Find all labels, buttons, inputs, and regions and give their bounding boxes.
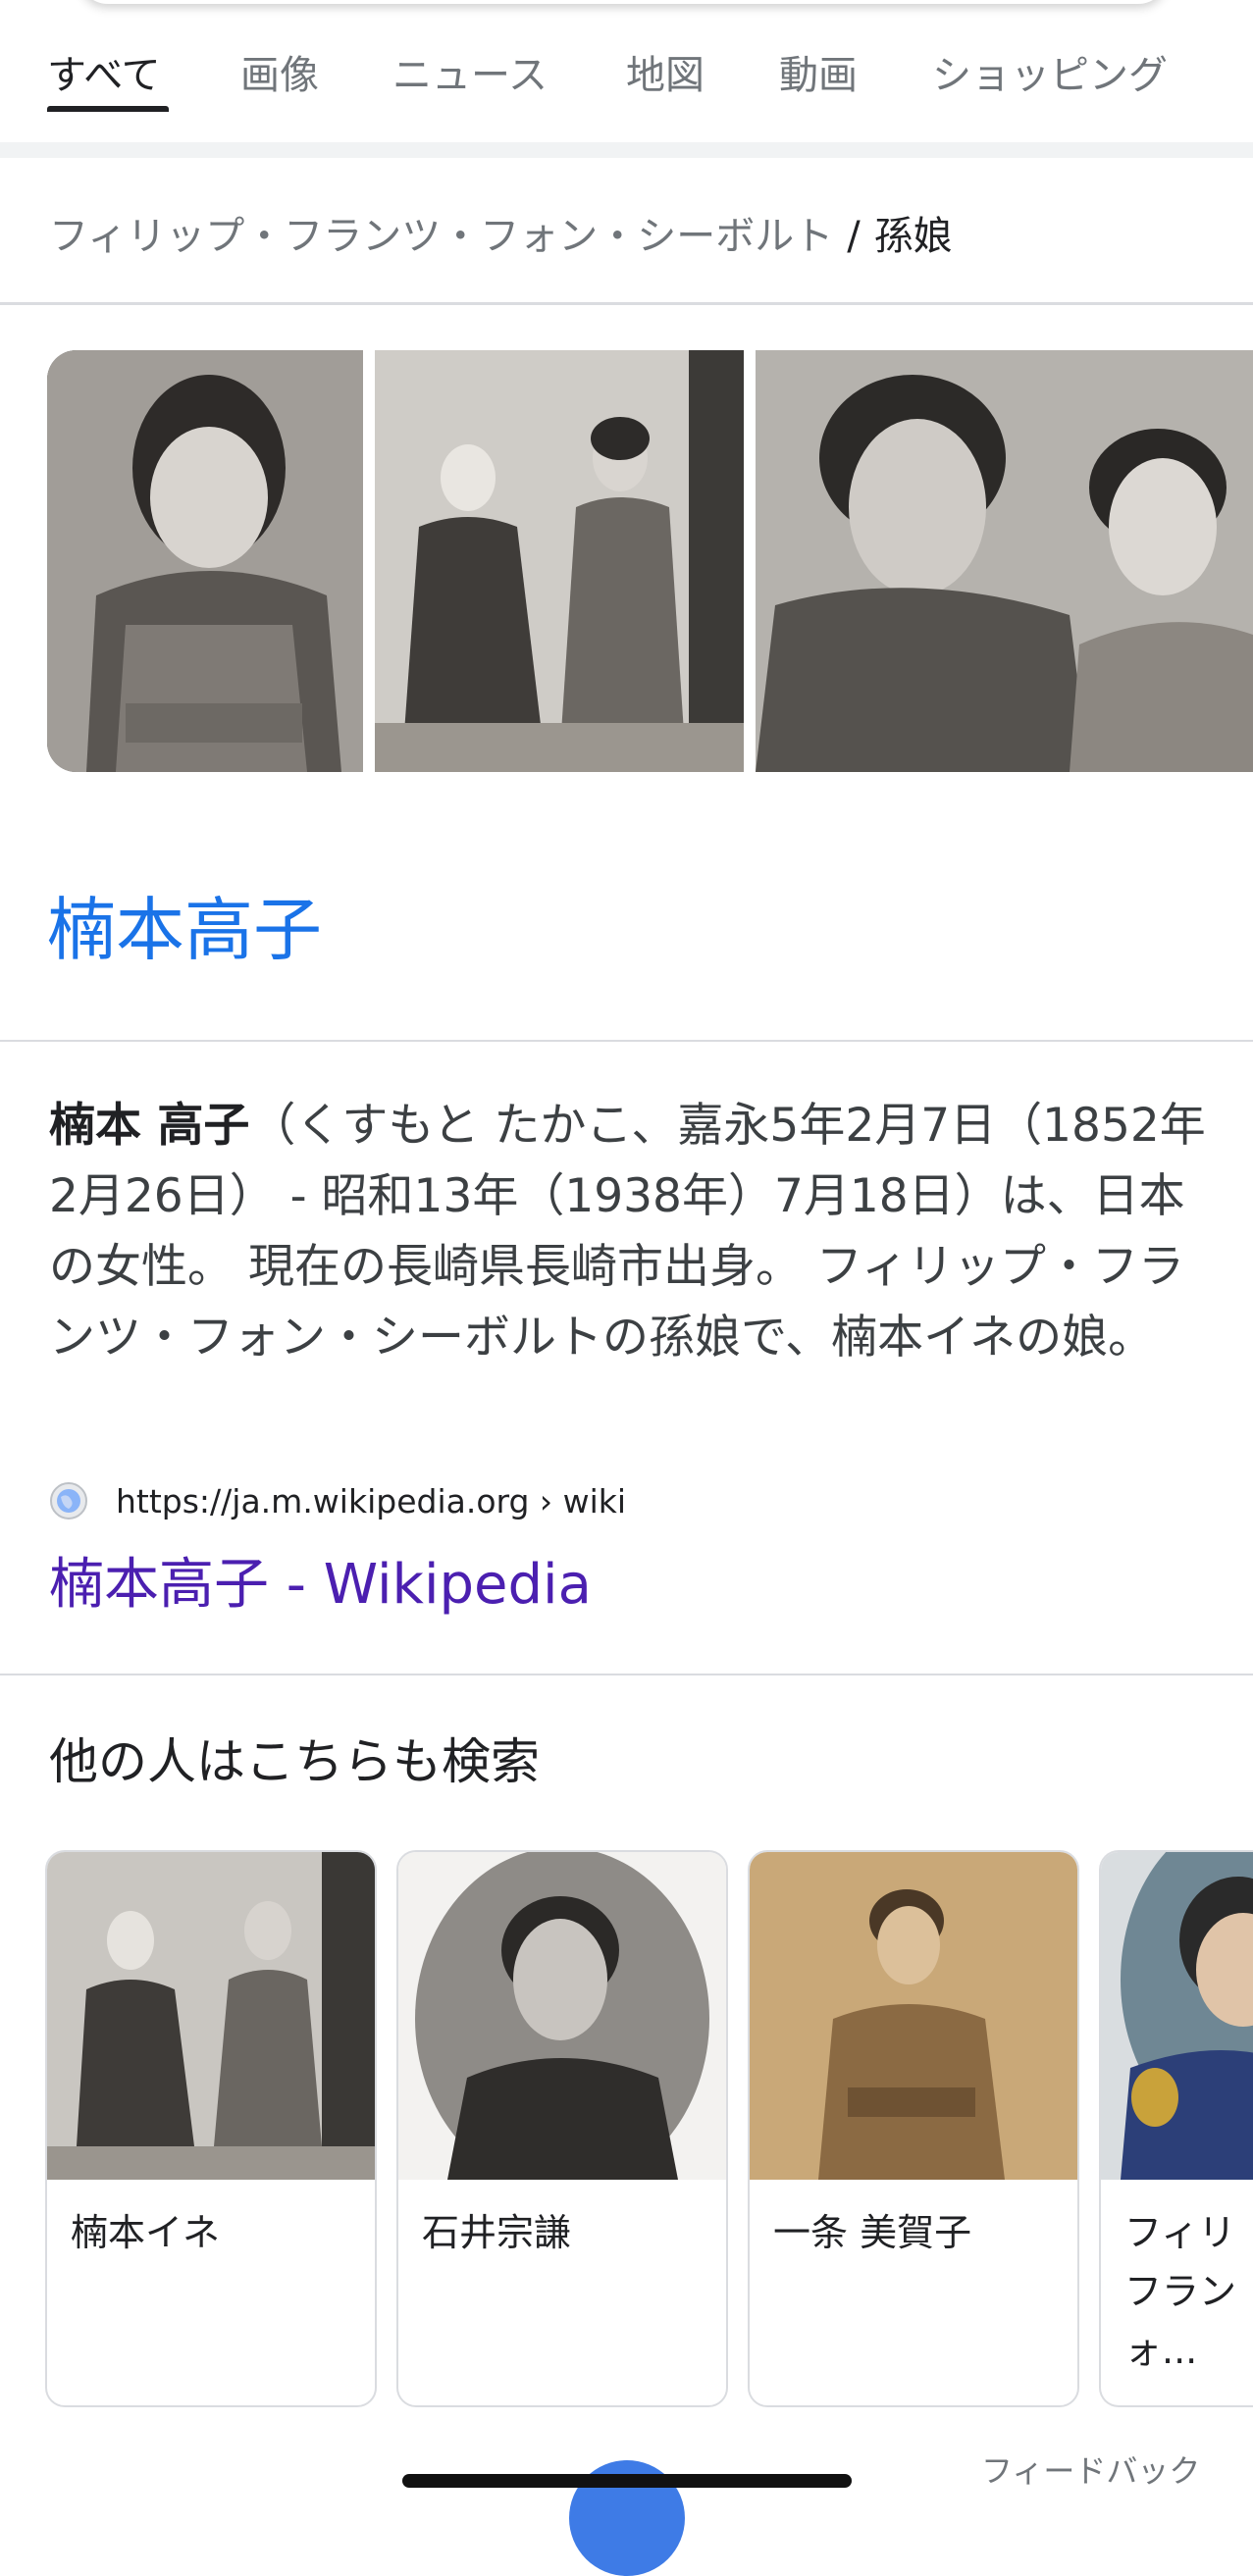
breadcrumb-separator: / <box>847 214 861 259</box>
wikipedia-link[interactable]: 楠本高子 - Wikipedia <box>49 1540 592 1620</box>
breadcrumb-current: 孫娘 <box>873 214 953 259</box>
divider <box>0 302 1253 305</box>
entity-image-1[interactable] <box>47 350 363 772</box>
tab-news[interactable]: ニュース <box>392 43 548 100</box>
related-heading: 他の人はこちらも検索 <box>49 1733 540 1790</box>
related-card[interactable]: 楠本イネ <box>45 1850 377 2407</box>
portrait-photo-woman-kimono <box>47 350 363 772</box>
feedback-link[interactable]: フィードバック <box>981 2447 1200 2492</box>
portrait-painting-man-uniform <box>1101 1852 1253 2180</box>
related-thumb <box>750 1852 1077 2180</box>
entity-image-2[interactable] <box>375 350 744 772</box>
entity-description: 楠本 高子（くすもと たかこ、嘉永5年2月7日（1852年2月26日） - 昭和… <box>49 1091 1217 1373</box>
related-card[interactable]: 一条 美賀子 <box>748 1850 1079 2407</box>
photo-two-women-seated <box>47 1852 375 2180</box>
breadcrumb-parent[interactable]: フィリップ・フランツ・フォン・シーボルト <box>49 214 833 259</box>
source-row[interactable]: https://ja.m.wikipedia.org › wiki <box>49 1479 626 1522</box>
description-bold-name: 楠本 高子 <box>49 1099 250 1153</box>
tab-maps[interactable]: 地図 <box>626 43 705 100</box>
active-tab-indicator <box>47 106 169 112</box>
section-separator <box>0 142 1253 158</box>
tab-all[interactable]: すべて <box>47 43 161 100</box>
source-url: https://ja.m.wikipedia.org › wiki <box>116 1481 627 1520</box>
tab-shopping[interactable]: ショッピング <box>932 43 1168 100</box>
related-name: フィリ フラン ォ... <box>1124 2211 1237 2372</box>
related-name: 石井宗謙 <box>422 2211 572 2254</box>
divider <box>0 1674 1253 1675</box>
portrait-photo-woman-sepia <box>750 1852 1077 2180</box>
related-card[interactable]: フィリ フラン ォ... <box>1099 1850 1253 2407</box>
home-indicator <box>402 2474 852 2488</box>
related-thumb <box>47 1852 375 2180</box>
search-tabs: すべて 画像 ニュース 地図 動画 ショッピング <box>0 0 1253 142</box>
tab-videos[interactable]: 動画 <box>779 43 858 100</box>
portrait-photo-man-oval <box>398 1852 726 2180</box>
photo-man-and-woman <box>756 350 1253 772</box>
tab-images[interactable]: 画像 <box>240 43 319 100</box>
related-name: 楠本イネ <box>71 2211 221 2254</box>
photo-two-women-seated <box>375 350 744 772</box>
related-thumb <box>398 1852 726 2180</box>
breadcrumb: フィリップ・フランツ・フォン・シーボルト / 孫娘 <box>49 204 953 261</box>
divider <box>0 1040 1253 1042</box>
related-thumb <box>1101 1852 1253 2180</box>
entity-title-link[interactable]: 楠本高子 <box>47 875 322 974</box>
related-name: 一条 美賀子 <box>773 2211 972 2254</box>
related-card[interactable]: 石井宗謙 <box>396 1850 728 2407</box>
globe-icon <box>50 1482 87 1520</box>
entity-image-3[interactable] <box>756 350 1253 772</box>
